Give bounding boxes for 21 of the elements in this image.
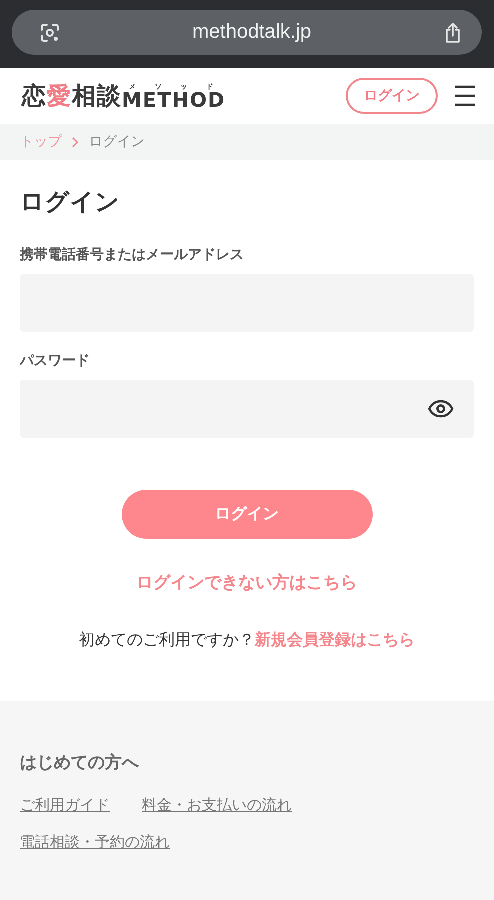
field-label: 携帯電話番号またはメールアドレス bbox=[20, 246, 245, 264]
footer-link[interactable]: 料金・お支払いの流れ bbox=[142, 796, 292, 815]
login-submit-button[interactable]: ログイン bbox=[122, 490, 372, 539]
field-label: パスワード bbox=[20, 352, 91, 370]
eye-icon[interactable] bbox=[428, 400, 454, 418]
login-button[interactable]: ログイン bbox=[346, 78, 438, 114]
page-title: ログイン bbox=[20, 187, 121, 218]
signup-link[interactable]: 新規会員登録はこちら bbox=[255, 630, 415, 651]
address-bar[interactable]: methodtalk.jp bbox=[12, 10, 482, 55]
url-text: methodtalk.jp bbox=[192, 21, 312, 44]
footer-heading: はじめての方へ bbox=[20, 752, 140, 774]
breadcrumb-current: ログイン bbox=[89, 133, 145, 151]
camera-scan-icon[interactable] bbox=[40, 22, 60, 42]
share-icon[interactable] bbox=[444, 22, 462, 44]
footer-link[interactable]: ご利用ガイド bbox=[20, 796, 110, 815]
menu-icon[interactable] bbox=[454, 85, 476, 107]
footer-link[interactable]: 電話相談・予約の流れ bbox=[20, 833, 170, 852]
input-field[interactable] bbox=[20, 380, 474, 438]
chevron-icon bbox=[72, 136, 79, 148]
forgot-login-link[interactable]: ログインできない方はこちら bbox=[136, 571, 358, 594]
signup-prompt: 初めてのご利用ですか？ bbox=[79, 630, 255, 651]
